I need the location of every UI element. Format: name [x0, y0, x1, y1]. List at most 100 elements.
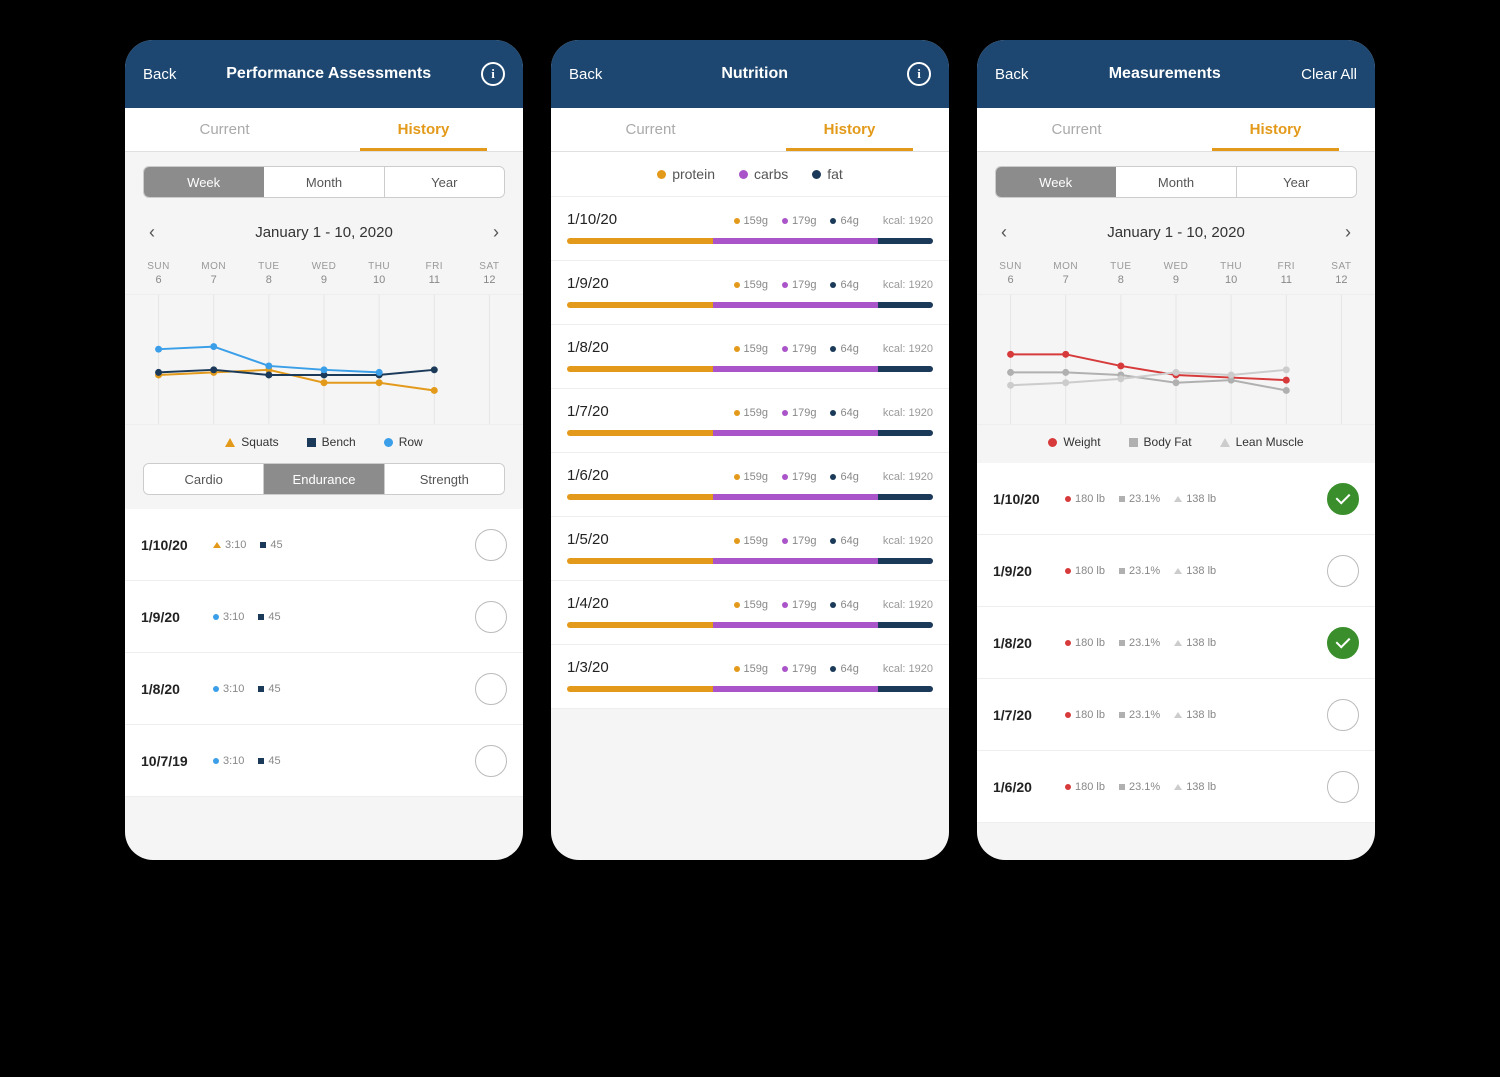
nutrition-row[interactable]: 1/3/20 159g 179g 64g kcal: 1920: [551, 645, 949, 709]
tab-history[interactable]: History: [1176, 108, 1375, 151]
list-item[interactable]: 1/10/20 3:10 45: [125, 509, 523, 581]
nutrition-row[interactable]: 1/6/20 159g 179g 64g kcal: 1920: [551, 453, 949, 517]
tab-current[interactable]: Current: [125, 108, 324, 151]
metric-value: 45: [268, 755, 280, 767]
list-item[interactable]: 1/9/20 180 lb 23.1% 138 lb: [977, 535, 1375, 607]
day-column: FRI11: [407, 257, 462, 294]
back-button[interactable]: Back: [143, 66, 176, 83]
dot-icon: [830, 474, 836, 480]
dot-icon: [830, 218, 836, 224]
bar-protein: [567, 430, 713, 436]
back-button[interactable]: Back: [569, 66, 602, 83]
day-column: SUN6: [131, 257, 186, 294]
legend-label: Lean Muscle: [1236, 435, 1304, 449]
bodyfat-metric: 23.1%: [1119, 781, 1160, 793]
legend-weight: Weight: [1048, 435, 1100, 449]
nutrition-row[interactable]: 1/9/20 159g 179g 64g kcal: 1920: [551, 261, 949, 325]
select-circle[interactable]: [1327, 627, 1359, 659]
day-column: THU10: [1204, 257, 1259, 294]
period-year[interactable]: Year: [385, 167, 504, 197]
period-week[interactable]: Week: [144, 167, 264, 197]
metric-value: 138 lb: [1186, 637, 1216, 649]
select-circle[interactable]: [1327, 483, 1359, 515]
row-date: 1/6/20: [567, 467, 609, 484]
list-item[interactable]: 1/6/20 180 lb 23.1% 138 lb: [977, 751, 1375, 823]
day-of-week: MON: [1038, 261, 1093, 272]
tab-current[interactable]: Current: [977, 108, 1176, 151]
tab-history[interactable]: History: [750, 108, 949, 151]
back-button[interactable]: Back: [995, 66, 1028, 83]
bar-fat: [878, 494, 933, 500]
nutrition-row[interactable]: 1/7/20 159g 179g 64g kcal: 1920: [551, 389, 949, 453]
nutrition-row[interactable]: 1/5/20 159g 179g 64g kcal: 1920: [551, 517, 949, 581]
content-scroll[interactable]: Week Month Year ‹ January 1 - 10, 2020 ›…: [125, 152, 523, 860]
list-item[interactable]: 1/7/20 180 lb 23.1% 138 lb: [977, 679, 1375, 751]
metric-value: 180 lb: [1075, 637, 1105, 649]
square-icon: [1119, 640, 1125, 646]
dot-icon: [739, 170, 748, 179]
content-scroll[interactable]: protein carbs fat 1/10/20 159g 179g 64g …: [551, 152, 949, 860]
weight-metric: 180 lb: [1065, 637, 1105, 649]
select-circle[interactable]: [475, 529, 507, 561]
metric-value: 179g: [792, 343, 816, 355]
metric-value: 64g: [840, 343, 858, 355]
day-of-week: FRI: [407, 261, 462, 272]
select-circle[interactable]: [1327, 771, 1359, 803]
bar-fat: [878, 366, 933, 372]
dot-icon: [734, 666, 740, 672]
next-arrow-icon[interactable]: ›: [487, 218, 505, 247]
list-item[interactable]: 10/7/19 3:10 45: [125, 725, 523, 797]
select-circle[interactable]: [475, 745, 507, 777]
content-scroll[interactable]: Week Month Year ‹ January 1 - 10, 2020 ›…: [977, 152, 1375, 860]
bar-carbs: [713, 622, 878, 628]
cat-endurance[interactable]: Endurance: [264, 464, 384, 494]
prev-arrow-icon[interactable]: ‹: [995, 218, 1013, 247]
period-month[interactable]: Month: [264, 167, 384, 197]
cat-cardio[interactable]: Cardio: [144, 464, 264, 494]
row-values: 159g 179g 64g kcal: 1920: [734, 215, 933, 227]
select-circle[interactable]: [1327, 555, 1359, 587]
day-column: MON 7: [1038, 257, 1093, 294]
list-item[interactable]: 1/8/20 3:10 45: [125, 653, 523, 725]
day-number: 7: [1063, 274, 1069, 286]
metric-value: 159g: [744, 343, 768, 355]
cat-strength[interactable]: Strength: [385, 464, 504, 494]
dot-icon: [734, 218, 740, 224]
dot-icon: [782, 474, 788, 480]
info-icon[interactable]: i: [907, 62, 931, 86]
period-week[interactable]: Week: [996, 167, 1116, 197]
dot-icon: [1065, 496, 1071, 502]
tab-current[interactable]: Current: [551, 108, 750, 151]
carbs-value: 179g: [782, 599, 816, 611]
protein-value: 159g: [734, 663, 768, 675]
metric-value: 159g: [744, 535, 768, 547]
period-month[interactable]: Month: [1116, 167, 1236, 197]
tab-history[interactable]: History: [324, 108, 523, 151]
lean-metric: 138 lb: [1174, 637, 1216, 649]
next-arrow-icon[interactable]: ›: [1339, 218, 1357, 247]
bar-carbs: [713, 302, 878, 308]
bodyfat-metric: 23.1%: [1119, 709, 1160, 721]
period-year[interactable]: Year: [1237, 167, 1356, 197]
row-metrics: 180 lb 23.1% 138 lb: [1065, 637, 1327, 649]
select-circle[interactable]: [1327, 699, 1359, 731]
nutrition-row[interactable]: 1/8/20 159g 179g 64g kcal: 1920: [551, 325, 949, 389]
list-item[interactable]: 1/10/20 180 lb 23.1% 138 lb: [977, 463, 1375, 535]
select-circle[interactable]: [475, 673, 507, 705]
metric-value: 64g: [840, 407, 858, 419]
list-item[interactable]: 1/8/20 180 lb 23.1% 138 lb: [977, 607, 1375, 679]
prev-arrow-icon[interactable]: ‹: [143, 218, 161, 247]
period-toggle: Week Month Year: [143, 166, 505, 198]
info-icon[interactable]: i: [481, 62, 505, 86]
select-circle[interactable]: [475, 601, 507, 633]
list-item[interactable]: 1/9/20 3:10 45: [125, 581, 523, 653]
triangle-icon: [1174, 496, 1182, 502]
days-header: SUN6MON7TUE8WED9THU10FRI11SAT12: [977, 257, 1375, 295]
phone-performance: Back Performance Assessments i Current H…: [125, 40, 523, 860]
legend-label: protein: [672, 166, 715, 182]
nutrition-row[interactable]: 1/10/20 159g 179g 64g kcal: 1920: [551, 197, 949, 261]
bar-fat: [878, 430, 933, 436]
triangle-icon: [1174, 712, 1182, 718]
nutrition-row[interactable]: 1/4/20 159g 179g 64g kcal: 1920: [551, 581, 949, 645]
clear-all-button[interactable]: Clear All: [1301, 66, 1357, 83]
